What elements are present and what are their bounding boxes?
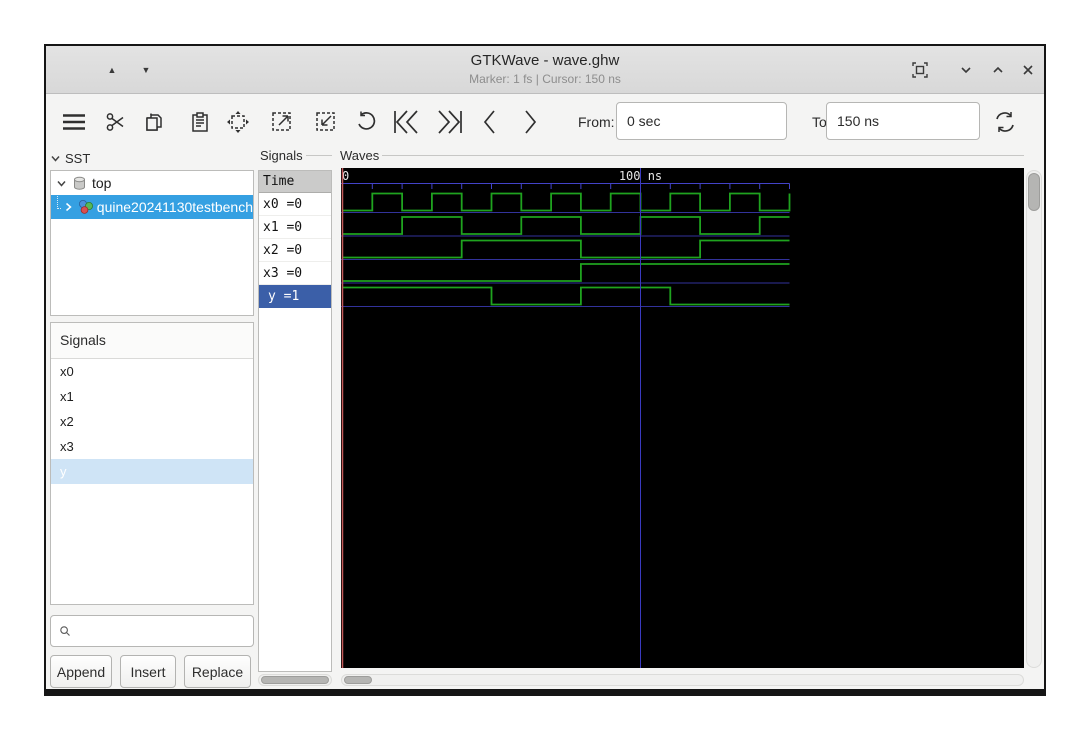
unmaximize-button[interactable] [954, 58, 978, 82]
waves-frame-text: Waves [340, 148, 380, 163]
chevron-down-icon [961, 67, 971, 74]
tree-item-label: quine20241130testbench [96, 199, 253, 215]
signal-list-item-y[interactable]: y [51, 459, 253, 484]
marker-cursor-status: Marker: 1 fs | Cursor: 150 ns [469, 72, 621, 86]
prev-edge-button[interactable] [476, 104, 504, 140]
replace-button[interactable]: Replace [184, 655, 251, 688]
signal-list-item-x3[interactable]: x3 [51, 434, 253, 459]
trace-name-y[interactable]: y =1 [259, 285, 331, 308]
zoom-in-icon [272, 112, 291, 131]
from-input[interactable] [616, 102, 787, 140]
signal-list-header: Signals [51, 323, 253, 359]
reload-icon [996, 112, 1014, 132]
tree-connector [57, 195, 61, 209]
copy-icon [146, 113, 162, 131]
tree-item-testbench[interactable]: quine20241130testbench [51, 195, 253, 219]
fullscreen-button[interactable] [908, 58, 932, 82]
signal-list-item-x2[interactable]: x2 [51, 409, 253, 434]
trace-name-x3[interactable]: x3 =0 [259, 262, 331, 285]
zoom-fit-icon [227, 111, 249, 133]
copy-button[interactable] [140, 104, 168, 140]
go-to-start-button[interactable] [390, 104, 424, 140]
wave-names-panel: Time x0 =0 x1 =0 x2 =0 x3 =0 y =1 [258, 170, 332, 672]
go-to-end-button[interactable] [432, 104, 466, 140]
wave-vscrollbar[interactable] [1026, 170, 1042, 668]
maximize-button[interactable] [986, 58, 1010, 82]
chevron-down-icon [51, 155, 60, 162]
wave-hscrollbar[interactable] [341, 674, 1024, 686]
close-icon [1023, 65, 1033, 75]
wave-canvas[interactable]: 0 100 ns [341, 168, 1024, 668]
expander-right-icon [65, 202, 72, 212]
cut-icon [106, 113, 124, 131]
undo-button[interactable] [352, 104, 380, 140]
wave-vscrollbar-thumb[interactable] [1028, 173, 1040, 211]
cut-button[interactable] [102, 104, 130, 140]
titlebar-text: GTKWave - wave.ghw Marker: 1 fs | Cursor… [46, 51, 1044, 87]
sst-expander[interactable]: SST [50, 148, 90, 168]
append-button[interactable]: Append [50, 655, 112, 688]
names-hscrollbar-thumb[interactable] [261, 676, 329, 684]
tree-item-top[interactable]: top [51, 171, 253, 195]
waves-frame-label: Waves [340, 148, 1024, 163]
signal-list-item-x0[interactable]: x0 [51, 359, 253, 384]
paste-button[interactable] [186, 104, 214, 140]
window-title: GTKWave - wave.ghw [470, 52, 620, 69]
reload-button[interactable] [990, 104, 1020, 140]
wave-hscrollbar-thumb[interactable] [344, 676, 372, 684]
sst-label: SST [65, 150, 91, 166]
hierarchy-spheres-icon [78, 200, 93, 214]
chevron-right-icon [525, 110, 537, 134]
from-label: From: [578, 114, 615, 130]
signal-filter-box[interactable] [50, 615, 254, 647]
names-frame-text: Signals [260, 148, 303, 163]
zoom-fit-button[interactable] [222, 104, 254, 140]
fullscreen-icon [912, 62, 928, 78]
trace-name-x0[interactable]: x0 =0 [259, 193, 331, 216]
search-input[interactable] [77, 618, 253, 644]
zoom-in-button[interactable] [266, 104, 298, 140]
names-frame-label: Signals [260, 148, 332, 163]
trace-name-x2[interactable]: x2 =0 [259, 239, 331, 262]
time-header[interactable]: Time [259, 171, 331, 193]
to-input[interactable] [826, 102, 980, 140]
paste-icon [192, 112, 208, 132]
next-edge-button[interactable] [516, 104, 544, 140]
insert-button[interactable]: Insert [120, 655, 176, 688]
toolbar: From: To: [46, 95, 1044, 148]
wave-svg: 0 100 ns [341, 168, 791, 668]
chevron-up-icon [993, 66, 1003, 73]
expander-down-icon [57, 180, 66, 187]
close-button[interactable] [1016, 58, 1040, 82]
undo-icon [358, 111, 376, 130]
tree-item-label: top [92, 175, 112, 191]
sst-tree: top quine20241130testbench [50, 170, 254, 316]
gtkwave-window: ▲ ▼ GTKWave - wave.ghw Marker: 1 fs | Cu… [44, 44, 1046, 696]
chevron-left-icon [483, 110, 495, 134]
main-area: SST top quine20241130testbench Signals x… [46, 148, 1044, 689]
module-cylinder-icon [74, 176, 85, 190]
titlebar[interactable]: ▲ ▼ GTKWave - wave.ghw Marker: 1 fs | Cu… [46, 46, 1044, 94]
signal-search-panel: Signals x0 x1 x2 x3 y [50, 322, 254, 605]
skip-to-end-icon [438, 110, 462, 134]
desktop: { "window": { "title": "GTKWave - wave.g… [0, 0, 1090, 738]
menu-icon [63, 114, 85, 130]
search-icon [60, 626, 70, 636]
menu-button[interactable] [58, 104, 90, 140]
trace-name-x1[interactable]: x1 =0 [259, 216, 331, 239]
signal-list-item-x1[interactable]: x1 [51, 384, 253, 409]
zoom-out-icon [316, 112, 335, 131]
zoom-out-button[interactable] [310, 104, 342, 140]
names-hscrollbar[interactable] [258, 674, 332, 686]
skip-to-start-icon [394, 110, 418, 134]
